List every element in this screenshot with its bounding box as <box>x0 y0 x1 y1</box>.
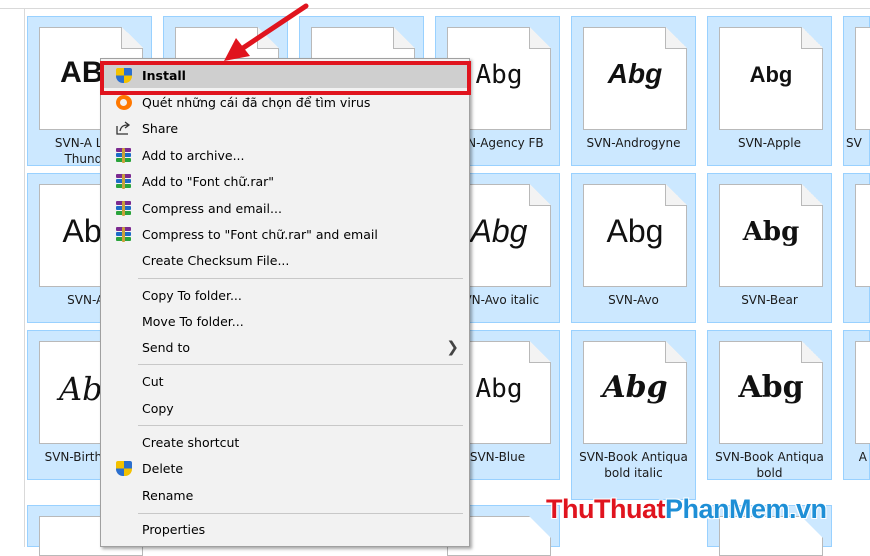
avast-icon <box>116 95 132 110</box>
menu-item-compress-email[interactable]: Compress and email... <box>103 196 467 221</box>
menu-item-label: Add to "Font chữ.rar" <box>142 174 275 189</box>
menu-item-create-shortcut[interactable]: Create shortcut <box>103 430 467 455</box>
menu-item-label: Delete <box>142 461 184 476</box>
font-sample: Abg <box>749 62 793 87</box>
context-menu: Install Quét những cái đã chọn để tìm vi… <box>100 58 470 547</box>
file-name: SVN-Book Antiqua bold <box>715 450 824 480</box>
menu-separator <box>138 278 463 279</box>
font-file-icon: Abg <box>719 184 823 287</box>
menu-item-add-rar[interactable]: Add to "Font chữ.rar" <box>103 169 467 194</box>
file-tile[interactable]: Abg SVN-Book Antiqua bold <box>707 330 832 480</box>
file-name: SVN-Apple <box>737 136 802 150</box>
window-left-border <box>24 8 25 547</box>
font-file-icon: Abg <box>719 341 823 444</box>
font-file-icon <box>855 27 870 130</box>
menu-item-label: Send to <box>142 340 191 355</box>
menu-separator <box>138 364 463 365</box>
file-name: SVN-Book Antiqua bold italic <box>579 450 688 480</box>
menu-item-send-to[interactable]: Send to ❯ <box>103 335 467 360</box>
file-name: SVN-Bear <box>741 293 798 307</box>
font-file-icon: Abg <box>583 184 687 287</box>
file-name: A <box>858 450 867 464</box>
file-tile[interactable]: SV <box>843 16 870 166</box>
menu-item-delete[interactable]: Delete <box>103 456 467 481</box>
file-tile[interactable]: Abg SVN-Book Antiqua bold italic <box>571 330 696 500</box>
share-icon <box>116 121 131 135</box>
menu-separator <box>138 513 463 514</box>
menu-item-label: Rename <box>142 488 194 503</box>
menu-item-label: Compress and email... <box>142 201 282 216</box>
file-name: SV <box>846 136 862 150</box>
chevron-right-icon: ❯ <box>446 338 459 356</box>
file-name: SVN-Avo <box>608 293 659 307</box>
menu-separator <box>138 425 463 426</box>
font-sample: Abg <box>742 217 800 247</box>
winrar-icon <box>116 174 132 189</box>
font-sample: Abg <box>607 58 663 89</box>
menu-item-label: Cut <box>142 374 164 389</box>
menu-item-label: Create shortcut <box>142 435 240 450</box>
font-file-icon <box>855 184 870 287</box>
menu-item-copy[interactable]: Copy <box>103 396 467 421</box>
menu-item-label: Copy <box>142 401 174 416</box>
menu-item-label: Copy To folder... <box>142 288 242 303</box>
watermark-part1: ThuThuat <box>546 494 665 524</box>
winrar-icon <box>116 201 132 216</box>
menu-item-create-checksum[interactable]: Create Checksum File... <box>103 248 467 273</box>
file-name: SVN-Androgyne <box>586 136 681 150</box>
file-tile[interactable]: Abg SVN-Avo <box>571 173 696 323</box>
menu-item-label: Add to archive... <box>142 148 245 163</box>
menu-item-label: Move To folder... <box>142 314 244 329</box>
window-top-border <box>0 8 870 9</box>
font-file-icon <box>855 341 870 444</box>
menu-item-compress-rar-email[interactable]: Compress to "Font chữ.rar" and email <box>103 222 467 247</box>
menu-item-share[interactable]: Share <box>103 116 467 141</box>
shield-icon <box>116 461 132 476</box>
winrar-icon <box>116 227 132 242</box>
file-tile[interactable]: A <box>843 330 870 480</box>
font-file-icon: Abg <box>583 341 687 444</box>
menu-item-label: Compress to "Font chữ.rar" and email <box>142 227 378 242</box>
watermark-logo: ThuThuatPhanMem.vn <box>546 494 827 525</box>
file-tile[interactable]: Abg SVN-Androgyne <box>571 16 696 166</box>
menu-item-label: Properties <box>142 522 206 537</box>
menu-item-copy-to-folder[interactable]: Copy To folder... <box>103 283 467 308</box>
menu-item-label: Quét những cái đã chọn để tìm virus <box>142 95 371 110</box>
font-sample: Abg <box>606 213 664 249</box>
watermark-part2: PhanMem.vn <box>664 494 827 524</box>
menu-item-cut[interactable]: Cut <box>103 369 467 394</box>
file-tile[interactable] <box>843 173 870 323</box>
menu-item-properties[interactable]: Properties <box>103 517 467 542</box>
font-sample: Abg <box>738 370 804 405</box>
menu-item-label: Create Checksum File... <box>142 253 290 268</box>
menu-item-move-to-folder[interactable]: Move To folder... <box>103 309 467 334</box>
winrar-icon <box>116 148 132 163</box>
red-arrow-icon <box>224 3 309 61</box>
menu-item-add-archive[interactable]: Add to archive... <box>103 143 467 168</box>
font-sample: Abg <box>602 370 668 405</box>
menu-item-rename[interactable]: Rename <box>103 483 467 508</box>
file-tile[interactable]: Abg SVN-Apple <box>707 16 832 166</box>
file-tile[interactable]: Abg SVN-Bear <box>707 173 832 323</box>
font-file-icon: Abg <box>719 27 823 130</box>
font-file-icon: Abg <box>583 27 687 130</box>
menu-item-label: Share <box>142 121 179 136</box>
